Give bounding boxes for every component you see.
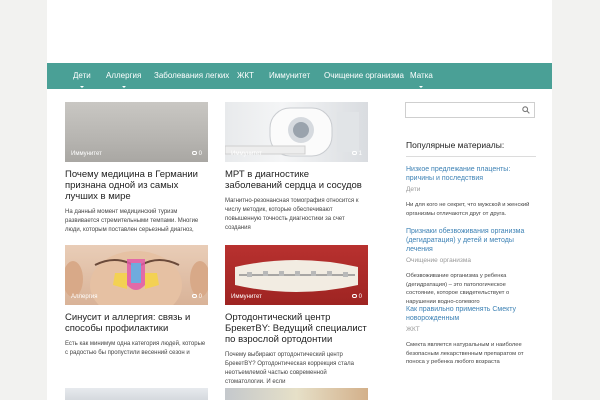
comment-count-value: 0 bbox=[358, 294, 362, 300]
popular-item-link[interactable]: Как правильно применять Смекту новорожде… bbox=[406, 305, 536, 323]
article-card: Иммунитет 1 МРТ в диагностике заболевани… bbox=[225, 102, 368, 233]
article-card: Аллергия 0 Синусит и аллергия: связь и с… bbox=[65, 245, 208, 358]
comment-icon bbox=[191, 151, 197, 156]
comment-count-value: 1 bbox=[358, 151, 362, 157]
comment-count-value: 0 bbox=[198, 294, 202, 300]
popular-item-category[interactable]: ЖКТ bbox=[406, 326, 536, 333]
comment-count-value: 0 bbox=[198, 151, 202, 157]
category-tag[interactable]: Аллергия bbox=[71, 294, 97, 300]
comment-icon bbox=[191, 294, 197, 299]
search-icon[interactable] bbox=[522, 106, 530, 114]
search-input[interactable] bbox=[405, 102, 535, 118]
chevron-down-icon bbox=[79, 86, 84, 88]
article-excerpt: Почему выбирают ортодонтический центр Бр… bbox=[225, 352, 354, 385]
nav-item-immunity[interactable]: Иммунитет bbox=[269, 63, 310, 89]
divider bbox=[406, 156, 536, 157]
article-title[interactable]: МРТ в диагностике заболеваний сердца и с… bbox=[225, 169, 368, 191]
popular-item: Низкое предлежание плаценты: причины и п… bbox=[406, 165, 536, 218]
article-title[interactable]: Ортодонтический центр БрекетBY: Ведущий … bbox=[225, 312, 368, 345]
article-card: Иммунитет 0 Ортодонтический центр Брекет… bbox=[225, 245, 368, 387]
chevron-down-icon bbox=[121, 86, 126, 88]
nav-item-allergy[interactable]: Аллергия bbox=[106, 63, 141, 89]
comment-count: 0 bbox=[351, 294, 362, 300]
popular-item-excerpt: Ни для кого не секрет, что мужской и жен… bbox=[406, 202, 530, 217]
popular-materials-heading: Популярные материалы: bbox=[406, 140, 505, 150]
article-thumbnail[interactable]: Аллергия 0 bbox=[65, 245, 208, 305]
popular-item-link[interactable]: Низкое предлежание плаценты: причины и п… bbox=[406, 165, 536, 183]
article-thumbnail[interactable] bbox=[65, 388, 208, 400]
nav-item-uterus[interactable]: Матка bbox=[410, 63, 433, 89]
nav-item-label: Заболевания легких bbox=[154, 71, 230, 80]
article-card: Иммунитет 0 Почему медицина в Германии п… bbox=[65, 102, 208, 235]
article-title[interactable]: Почему медицина в Германии признана одно… bbox=[65, 169, 208, 202]
nav-item-cleansing[interactable]: Очищение организма bbox=[324, 63, 404, 89]
article-excerpt: Магнитно-резонансная томография относитс… bbox=[225, 198, 359, 231]
article-excerpt: На данный момент медицинский туризм разв… bbox=[65, 209, 199, 233]
comment-icon bbox=[351, 294, 357, 299]
comment-count: 0 bbox=[191, 151, 202, 157]
article-thumbnail[interactable] bbox=[225, 388, 368, 400]
main-nav: Дети Аллергия Заболевания легких ЖКТ Имм… bbox=[47, 63, 552, 89]
popular-item: Как правильно применять Смекту новорожде… bbox=[406, 305, 536, 367]
nav-item-label: Иммунитет bbox=[269, 71, 311, 80]
popular-item-category[interactable]: Дети bbox=[406, 186, 536, 193]
comment-count: 0 bbox=[191, 294, 202, 300]
nav-item-deti[interactable]: Дети bbox=[73, 63, 91, 89]
comment-icon bbox=[351, 151, 357, 156]
article-thumbnail[interactable]: Иммунитет 0 bbox=[65, 102, 208, 162]
popular-item-link[interactable]: Признаки обезвоживания организма (дегидр… bbox=[406, 227, 536, 254]
category-tag[interactable]: Иммунитет bbox=[231, 294, 262, 300]
nav-item-lung-diseases[interactable]: Заболевания легких bbox=[154, 63, 229, 89]
nav-item-label: ЖКТ bbox=[237, 71, 254, 80]
article-title[interactable]: Синусит и аллергия: связь и способы проф… bbox=[65, 312, 208, 334]
article-thumbnail[interactable]: Иммунитет 1 bbox=[225, 102, 368, 162]
nav-item-label: Матка bbox=[410, 71, 433, 80]
article-thumbnail[interactable]: Иммунитет 0 bbox=[225, 245, 368, 305]
category-tag[interactable]: Иммунитет bbox=[231, 151, 262, 157]
article-excerpt: Есть как минимум одна категория людей, к… bbox=[65, 341, 206, 356]
nav-item-label: Дети bbox=[73, 71, 91, 80]
popular-item-category[interactable]: Очищение организма bbox=[406, 257, 536, 264]
popular-item-excerpt: Обезвоживание организма у ребенка (дегид… bbox=[406, 273, 510, 305]
comment-count: 1 bbox=[351, 151, 362, 157]
nav-item-label: Очищение организма bbox=[324, 71, 404, 80]
nav-item-label: Аллергия bbox=[106, 71, 142, 80]
popular-item: Признаки обезвоживания организма (дегидр… bbox=[406, 227, 536, 306]
popular-item-excerpt: Смекта является натуральным и наиболее б… bbox=[406, 342, 524, 365]
nav-item-gi[interactable]: ЖКТ bbox=[237, 63, 254, 89]
chevron-down-icon bbox=[419, 86, 424, 88]
category-tag[interactable]: Иммунитет bbox=[71, 151, 102, 157]
